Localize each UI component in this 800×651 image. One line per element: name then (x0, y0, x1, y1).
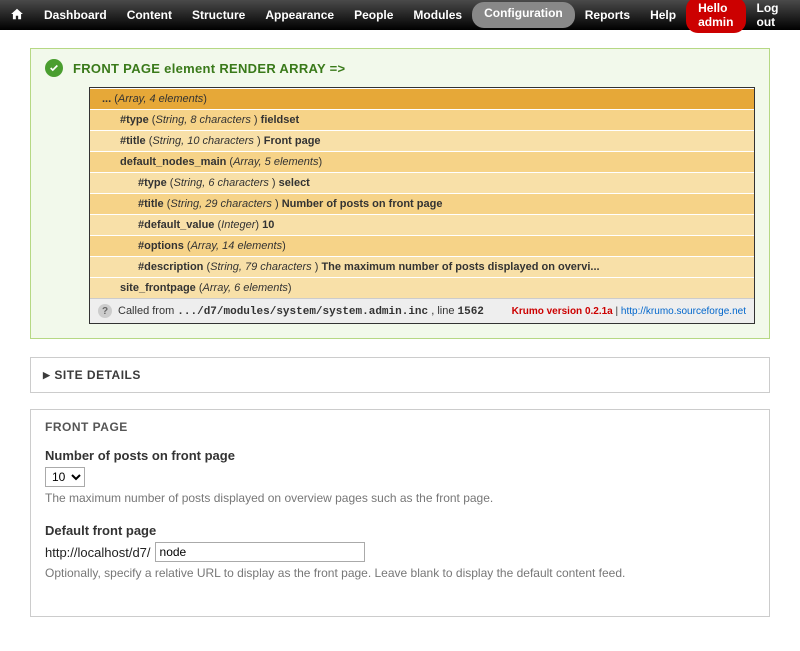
triangle-right-icon: ▶ (43, 370, 50, 381)
status-title: FRONT PAGE element RENDER ARRAY => (73, 61, 345, 76)
num-posts-label: Number of posts on front page (45, 448, 755, 463)
front-page-fieldset: FRONT PAGE Number of posts on front page… (30, 409, 770, 617)
status-message-box: FRONT PAGE element RENDER ARRAY => ... (… (30, 48, 770, 339)
krumo-row[interactable]: #title (String, 29 characters ) Number o… (90, 193, 754, 214)
default-front-prefix: http://localhost/d7/ (45, 545, 151, 560)
krumo-row[interactable]: site_frontpage (Array, 6 elements) (90, 277, 754, 298)
num-posts-item: Number of posts on front page 10 The max… (45, 448, 755, 505)
admin-menu-item-structure[interactable]: Structure (182, 2, 255, 28)
admin-menu-item-appearance[interactable]: Appearance (255, 2, 344, 28)
admin-menu-item-dashboard[interactable]: Dashboard (34, 2, 117, 28)
admin-menu-item-reports[interactable]: Reports (575, 2, 640, 28)
krumo-row[interactable]: #description (String, 79 characters ) Th… (90, 256, 754, 277)
default-front-item: Default front page http://localhost/d7/ … (45, 523, 755, 580)
krumo-called-from-label: Called from (118, 305, 177, 317)
admin-menu-item-configuration[interactable]: Configuration (472, 2, 575, 28)
krumo-row[interactable]: #type (String, 6 characters ) select (90, 172, 754, 193)
krumo-row[interactable]: #type (String, 8 characters ) fieldset (90, 109, 754, 130)
krumo-debug-tree: ... (Array, 4 elements)#type (String, 8 … (89, 87, 755, 324)
krumo-file-path: .../d7/modules/system/system.admin.inc (177, 306, 428, 318)
krumo-row[interactable]: default_nodes_main (Array, 5 elements) (90, 151, 754, 172)
hello-user-badge[interactable]: Hello admin (686, 0, 746, 33)
num-posts-select[interactable]: 10 (45, 467, 85, 487)
krumo-version[interactable]: Krumo version 0.2.1a (512, 306, 613, 317)
admin-menu-item-content[interactable]: Content (117, 2, 182, 28)
krumo-row[interactable]: #options (Array, 14 elements) (90, 235, 754, 256)
admin-menu: DashboardContentStructureAppearancePeopl… (34, 2, 686, 28)
help-icon: ? (98, 304, 112, 318)
krumo-footer: ? Called from .../d7/modules/system/syst… (90, 298, 754, 323)
admin-toolbar: DashboardContentStructureAppearancePeopl… (0, 0, 800, 30)
default-front-description: Optionally, specify a relative URL to di… (45, 566, 755, 580)
admin-menu-item-modules[interactable]: Modules (403, 2, 472, 28)
logout-link[interactable]: Log out (746, 0, 790, 35)
admin-menu-item-help[interactable]: Help (640, 2, 686, 28)
krumo-link[interactable]: http://krumo.sourceforge.net (621, 306, 746, 317)
admin-menu-item-people[interactable]: People (344, 2, 403, 28)
krumo-row[interactable]: ... (Array, 4 elements) (90, 88, 754, 109)
default-front-label: Default front page (45, 523, 755, 538)
site-details-toggle[interactable]: ▶ SITE DETAILS (31, 358, 769, 392)
krumo-row[interactable]: #title (String, 10 characters ) Front pa… (90, 130, 754, 151)
site-details-fieldset: ▶ SITE DETAILS (30, 357, 770, 393)
num-posts-description: The maximum number of posts displayed on… (45, 491, 755, 505)
site-details-title: SITE DETAILS (54, 368, 140, 382)
check-icon (45, 59, 63, 77)
home-icon[interactable] (10, 7, 24, 24)
front-page-legend: FRONT PAGE (45, 420, 755, 434)
krumo-row[interactable]: #default_value (Integer) 10 (90, 214, 754, 235)
default-front-input[interactable] (155, 542, 365, 562)
krumo-line-number: 1562 (458, 306, 484, 318)
krumo-line-label: , line (431, 305, 457, 317)
